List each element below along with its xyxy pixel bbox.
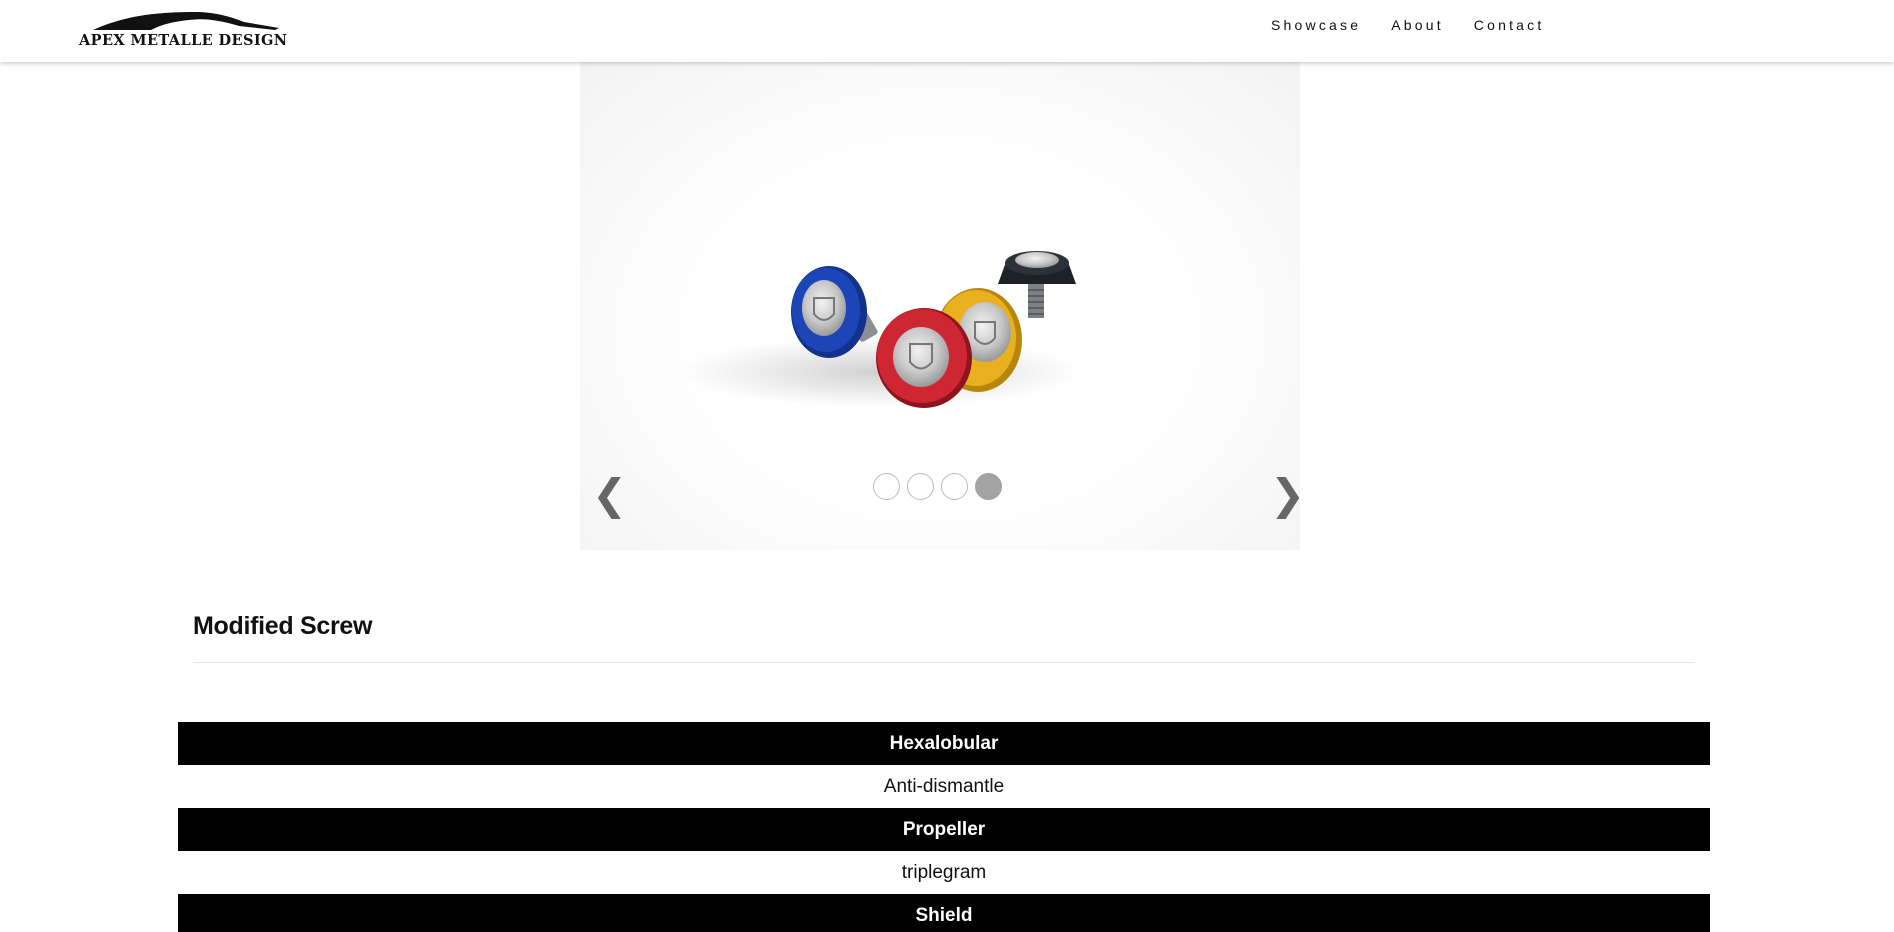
- nav-contact[interactable]: Contact: [1474, 17, 1545, 33]
- list-item-propeller[interactable]: Propeller: [178, 808, 1710, 851]
- brand-name: APEX METALLE DESIGN: [79, 32, 288, 49]
- nav-about[interactable]: About: [1391, 17, 1444, 33]
- site-header: APEX METALLE DESIGN Showcase About Conta…: [0, 0, 1894, 62]
- carousel-dot-3[interactable]: [941, 473, 968, 500]
- carousel-prev-button[interactable]: ❮: [592, 474, 627, 516]
- carousel-next-button[interactable]: ❯: [1270, 474, 1305, 516]
- nav-showcase[interactable]: Showcase: [1271, 17, 1361, 33]
- list-item-triplegram[interactable]: triplegram: [178, 851, 1710, 894]
- main-nav: Showcase About Contact: [1271, 17, 1574, 33]
- divider: [193, 662, 1695, 663]
- list-item-anti-dismantle[interactable]: Anti-dismantle: [178, 765, 1710, 808]
- brand-logo[interactable]: APEX METALLE DESIGN: [79, 10, 291, 49]
- carousel-dot-4[interactable]: [975, 473, 1002, 500]
- list-item-hexalobular[interactable]: Hexalobular: [178, 722, 1710, 765]
- page-title: Modified Screw: [193, 612, 373, 640]
- car-silhouette-icon: [93, 12, 279, 30]
- list-item-shield[interactable]: Shield: [178, 894, 1710, 932]
- carousel-dot-2[interactable]: [907, 473, 934, 500]
- carousel-indicators: [873, 473, 1009, 500]
- red-screw-icon: [876, 308, 972, 408]
- carousel-dot-1[interactable]: [873, 473, 900, 500]
- screw-type-list: Hexalobular Anti-dismantle Propeller tri…: [178, 722, 1710, 932]
